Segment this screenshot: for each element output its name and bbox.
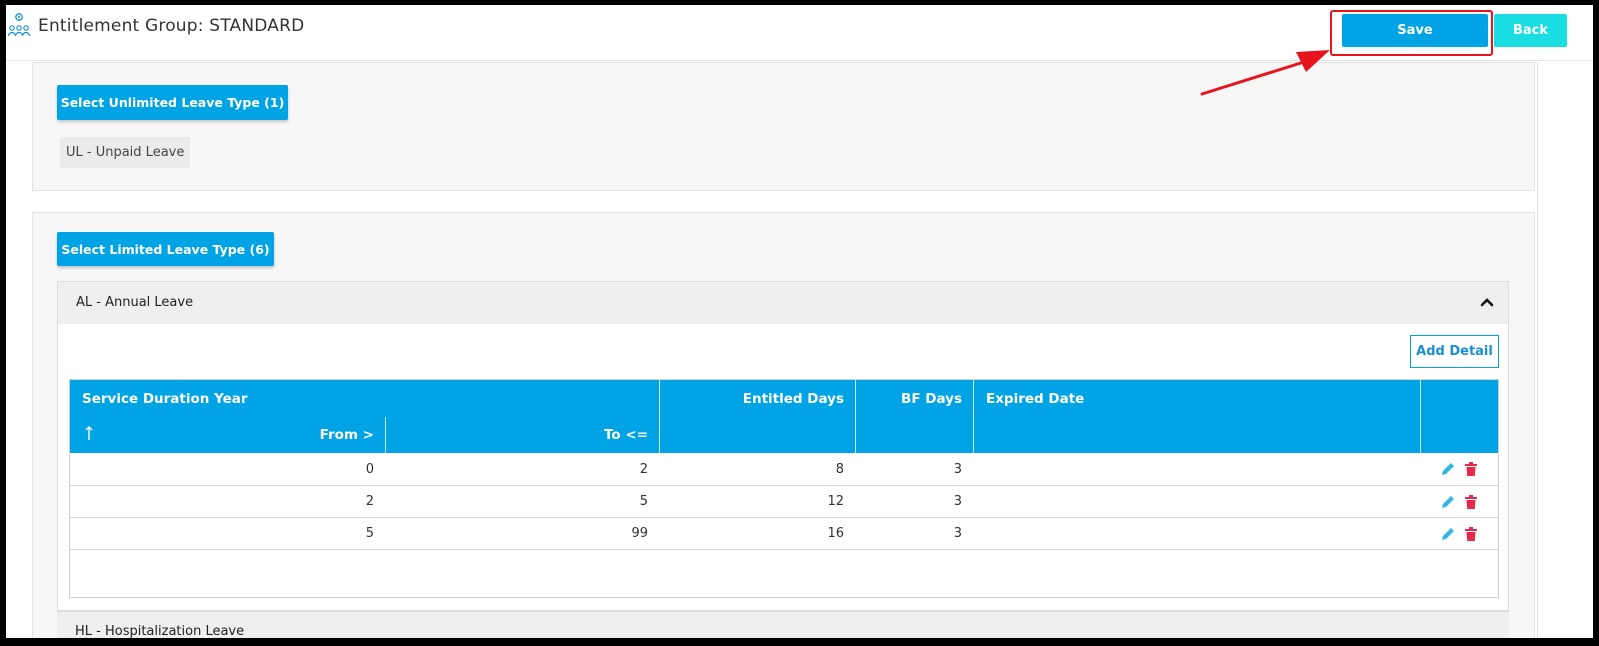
cell-entitled: 16 xyxy=(827,526,844,541)
cell-bf: 3 xyxy=(953,462,962,477)
row-divider xyxy=(70,485,1498,486)
select-unlimited-leave-button[interactable]: Select Unlimited Leave Type (1) xyxy=(57,85,288,120)
header-expired-date[interactable]: Expired Date xyxy=(986,391,1084,407)
header-from[interactable]: From > xyxy=(300,427,374,443)
cell-to: 5 xyxy=(639,494,648,509)
edit-pencil-icon[interactable] xyxy=(1440,494,1456,510)
cell-bf: 3 xyxy=(953,494,962,509)
chevron-up-icon[interactable] xyxy=(1480,296,1494,308)
limited-leave-panel: Select Limited Leave Type (6) AL - Annua… xyxy=(32,212,1535,638)
delete-trash-icon[interactable] xyxy=(1463,494,1479,510)
add-detail-button[interactable]: Add Detail xyxy=(1410,335,1499,368)
row-divider xyxy=(70,549,1498,550)
up-arrow-icon[interactable] xyxy=(84,425,94,441)
header-divider xyxy=(855,380,856,453)
header-divider xyxy=(385,417,386,453)
delete-trash-icon[interactable] xyxy=(1463,461,1479,477)
hospitalization-leave-accordion[interactable]: HL - Hospitalization Leave xyxy=(57,611,1509,638)
unpaid-leave-tag: UL - Unpaid Leave xyxy=(60,137,191,168)
select-limited-leave-button[interactable]: Select Limited Leave Type (6) xyxy=(57,232,274,266)
cell-from: 0 xyxy=(365,462,374,477)
annotation-arrow-icon xyxy=(1200,50,1330,96)
accordion-header[interactable]: AL - Annual Leave xyxy=(58,282,1508,324)
cell-to: 99 xyxy=(631,526,648,541)
group-users-icon xyxy=(7,13,31,37)
header-to[interactable]: To <= xyxy=(570,427,648,443)
header-divider xyxy=(659,380,660,453)
cell-from: 5 xyxy=(365,526,374,541)
accordion-title: AL - Annual Leave xyxy=(76,295,194,310)
cell-entitled: 12 xyxy=(827,494,844,509)
header-service-duration: Service Duration Year xyxy=(82,391,248,407)
screenshot-frame: Entitlement Group: STANDARD Save Back Se… xyxy=(0,0,1599,646)
page-title: Entitlement Group: STANDARD xyxy=(38,16,305,36)
app-window: Entitlement Group: STANDARD Save Back Se… xyxy=(6,5,1593,638)
header-bf-days[interactable]: BF Days xyxy=(860,391,962,407)
content-edge xyxy=(1537,62,1538,638)
cell-bf: 3 xyxy=(953,526,962,541)
cell-to: 2 xyxy=(639,462,648,477)
edit-pencil-icon[interactable] xyxy=(1440,461,1456,477)
entitlement-table: Service Duration Year From > To <= Entit… xyxy=(69,379,1499,598)
save-button[interactable]: Save xyxy=(1342,14,1488,47)
delete-trash-icon[interactable] xyxy=(1463,526,1479,542)
header-bar: Entitlement Group: STANDARD Save Back xyxy=(6,5,1593,61)
header-divider xyxy=(1420,380,1421,453)
back-button[interactable]: Back xyxy=(1494,14,1567,47)
edit-pencil-icon[interactable] xyxy=(1440,526,1456,542)
cell-entitled: 8 xyxy=(835,462,844,477)
main-content: Select Unlimited Leave Type (1) UL - Unp… xyxy=(6,62,1593,638)
cell-from: 2 xyxy=(365,494,374,509)
header-divider xyxy=(973,380,974,453)
accordion-title: HL - Hospitalization Leave xyxy=(75,624,245,638)
header-entitled-days[interactable]: Entitled Days xyxy=(670,391,844,407)
row-divider xyxy=(70,517,1498,518)
annual-leave-accordion: AL - Annual Leave Add Detail Service Dur… xyxy=(57,281,1509,611)
